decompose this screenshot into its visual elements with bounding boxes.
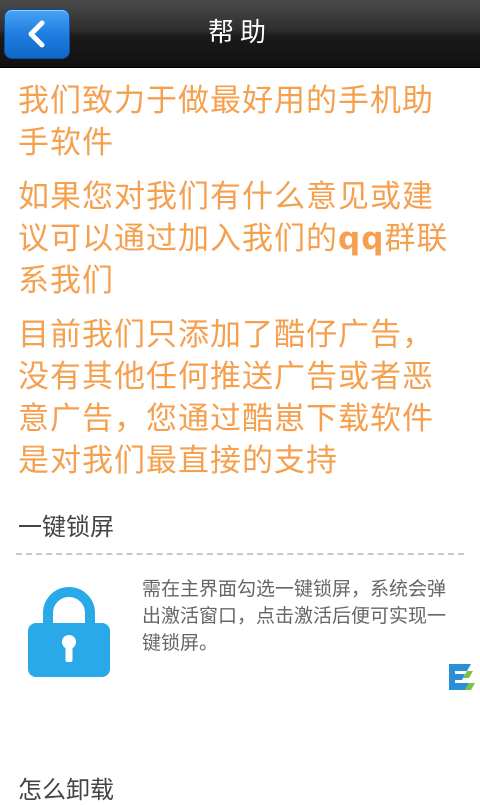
page-title: 帮助 (207, 18, 272, 48)
watermark-logo-icon (449, 664, 475, 690)
title-bar: 帮助 (0, 0, 480, 68)
ads-paragraph: 目前我们只添加了酷仔广告，没有其他任何推送广告或者恶意广告，您通过酷崽下载软件是… (18, 317, 434, 479)
lock-icon (28, 587, 110, 677)
divider (16, 553, 464, 555)
lock-description: 需在主界面勾选一键锁屏，系统会弹出激活窗口，点击激活后便可实现一键锁屏。 (142, 578, 447, 654)
contact-paragraph: 如果您对我们有什么意见或建议可以通过加入我们的qq群联系我们 (18, 179, 449, 299)
intro-content: 我们致力于做最好用的手机助手软件 如果您对我们有什么意见或建议可以通过加入我们的… (18, 80, 458, 494)
section-title-lock: 一键锁屏 (18, 513, 114, 541)
intro-paragraph: 我们致力于做最好用的手机助手软件 (18, 83, 434, 161)
